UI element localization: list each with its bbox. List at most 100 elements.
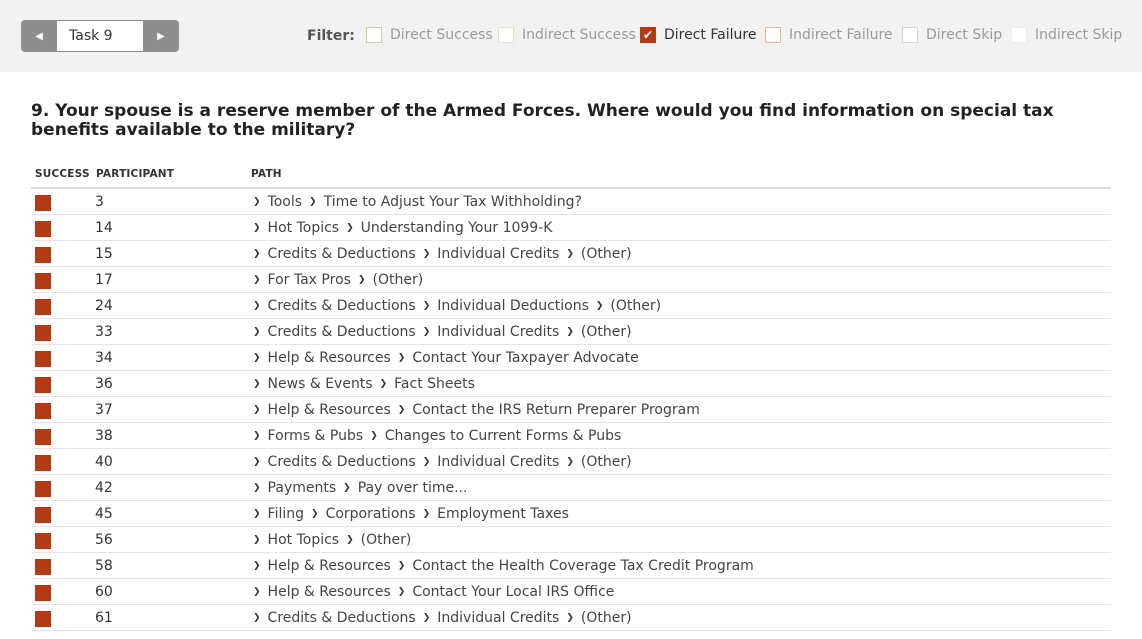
path-breadcrumb: ❯ Tools ❯ Time to Adjust Your Tax Withholdi… [253, 194, 582, 210]
path-segment: Credits & Deductions [267, 454, 416, 470]
chevron-right-icon: ❯ [253, 509, 261, 519]
participant-id: 42 [95, 480, 113, 496]
chevron-right-icon: ❯ [595, 301, 604, 311]
path-breadcrumb: ❯ Filing ❯ Corporations ❯ Employment Taxes [253, 506, 569, 522]
path-segment: Help & Resources [267, 584, 391, 600]
path-segment: Contact the Health Coverage Tax Credit P… [412, 558, 754, 574]
chevron-right-icon: ❯ [343, 483, 351, 493]
filter-direct-skip[interactable]: Direct Skip [902, 27, 1002, 43]
filter-checkbox[interactable] [366, 27, 382, 43]
table-row[interactable]: 58 ❯ Help & Resources ❯ Contact the Health C… [31, 553, 1111, 579]
status-indicator [35, 559, 51, 575]
path-segment: Individual Deductions [437, 298, 589, 314]
filter-direct-success[interactable]: Direct Success [366, 27, 493, 43]
table-row[interactable]: 36 ❯ News & Events ❯ Fact Sheets [31, 371, 1111, 397]
filter-checkbox[interactable] [1011, 27, 1027, 43]
table-row[interactable]: 24 ❯ Credits & Deductions ❯ Individual Deduc… [31, 293, 1111, 319]
filter-option-label: Direct Success [390, 27, 493, 43]
prev-task-button[interactable]: ◀ [21, 20, 57, 52]
chevron-right-icon: ❯ [422, 457, 431, 467]
filter-checkbox[interactable] [765, 27, 781, 43]
path-segment: Filing [267, 506, 305, 522]
status-indicator [35, 247, 51, 263]
path-segment: (Other) [580, 610, 632, 626]
chevron-right-icon: ❯ [253, 431, 261, 441]
column-header-participant[interactable]: PARTICIPANT [96, 168, 174, 180]
table-row[interactable]: 37 ❯ Help & Resources ❯ Contact the IRS Retu… [31, 397, 1111, 423]
participant-id: 33 [95, 324, 113, 340]
filter-checkbox[interactable] [498, 27, 514, 43]
path-breadcrumb: ❯ For Tax Pros ❯ (Other) [253, 272, 423, 288]
table-row[interactable]: 34 ❯ Help & Resources ❯ Contact Your Taxpaye… [31, 345, 1111, 371]
path-segment: (Other) [580, 324, 632, 340]
path-segment: Payments [267, 480, 337, 496]
status-indicator [35, 273, 51, 289]
chevron-right-icon: ❯ [253, 405, 261, 415]
path-breadcrumb: ❯ Credits & Deductions ❯ Individual Credits… [253, 454, 632, 470]
filter-indirect-failure[interactable]: Indirect Failure [765, 27, 893, 43]
path-breadcrumb: ❯ Credits & Deductions ❯ Individual Credits… [253, 324, 632, 340]
chevron-right-icon: ❯ [566, 249, 574, 259]
participant-id: 34 [95, 350, 113, 366]
status-indicator [35, 455, 51, 471]
path-breadcrumb: ❯ News & Events ❯ Fact Sheets [253, 376, 475, 392]
filter-option-label: Direct Skip [926, 27, 1003, 43]
status-indicator [35, 429, 51, 445]
path-segment: Help & Resources [267, 350, 391, 366]
column-header-path[interactable]: PATH [251, 168, 282, 180]
table-row[interactable]: 40 ❯ Credits & Deductions ❯ Individual Credi… [31, 449, 1111, 475]
status-indicator [35, 195, 51, 211]
table-row[interactable]: 3 ❯ Tools ❯ Time to Adjust Your Tax Withhold… [31, 189, 1111, 215]
chevron-right-icon: ❯ [253, 457, 261, 467]
status-indicator [35, 611, 51, 627]
chevron-right-icon: ❯ [566, 327, 574, 337]
chevron-right-icon: ❯ [253, 353, 261, 363]
path-segment: Tools [267, 194, 303, 210]
chevron-right-icon: ❯ [379, 379, 388, 389]
table-row[interactable]: 42 ❯ Payments ❯ Pay over time... [31, 475, 1111, 501]
path-segment: Contact Your Local IRS Office [412, 584, 615, 600]
column-header-success[interactable]: SUCCESS [35, 168, 90, 180]
filter-direct-failure[interactable]: ✔ Direct Failure [640, 27, 756, 43]
participant-id: 38 [95, 428, 113, 444]
status-indicator [35, 403, 51, 419]
participant-id: 58 [95, 558, 113, 574]
table-row[interactable]: 45 ❯ Filing ❯ Corporations ❯ Employment Taxes [31, 501, 1111, 527]
task-navigator: ◀ Task 9 ▶ [21, 20, 179, 52]
table-row[interactable]: 33 ❯ Credits & Deductions ❯ Individual Credi… [31, 319, 1111, 345]
chevron-right-icon: ❯ [397, 353, 406, 363]
participant-id: 3 [95, 194, 104, 210]
table-row[interactable]: 17 ❯ For Tax Pros ❯ (Other) [31, 267, 1111, 293]
path-segment: Credits & Deductions [267, 610, 416, 626]
chevron-right-icon: ❯ [253, 275, 261, 285]
path-segment: Help & Resources [267, 402, 391, 418]
table-row[interactable]: 14 ❯ Hot Topics ❯ Understanding Your 1099-K [31, 215, 1111, 241]
next-task-button[interactable]: ▶ [143, 20, 179, 52]
table-row[interactable]: 60 ❯ Help & Resources ❯ Contact Your Local I… [31, 579, 1111, 605]
path-segment: Forms & Pubs [267, 428, 364, 444]
status-indicator [35, 585, 51, 601]
path-breadcrumb: ❯ Help & Resources ❯ Contact the IRS Return… [253, 402, 700, 418]
table-row[interactable]: 15 ❯ Credits & Deductions ❯ Individual Credi… [31, 241, 1111, 267]
table-row[interactable]: 56 ❯ Hot Topics ❯ (Other) [31, 527, 1111, 553]
chevron-right-icon: ❯ [253, 535, 261, 545]
task-label: Task 9 [57, 21, 143, 51]
filter-indirect-success[interactable]: Indirect Success [498, 27, 636, 43]
chevron-right-icon: ❯ [566, 613, 574, 623]
table-row[interactable]: 38 ❯ Forms & Pubs ❯ Changes to Current Forms… [31, 423, 1111, 449]
chevron-right-icon: ❯ [346, 535, 354, 545]
chevron-right-icon: ❯ [253, 249, 261, 259]
path-segment: Time to Adjust Your Tax Withholding? [323, 194, 582, 210]
path-segment: (Other) [360, 532, 412, 548]
chevron-right-icon: ❯ [422, 509, 431, 519]
table-row[interactable]: 61 ❯ Credits & Deductions ❯ Individual Credi… [31, 605, 1111, 631]
filter-checkbox[interactable]: ✔ [640, 27, 656, 43]
chevron-right-icon: ❯ [397, 405, 406, 415]
chevron-right-icon: ❯ [253, 613, 261, 623]
filter-indirect-skip[interactable]: Indirect Skip [1011, 27, 1122, 43]
chevron-right-icon: ❯ [397, 587, 406, 597]
filter-checkbox[interactable] [902, 27, 918, 43]
participant-id: 45 [95, 506, 113, 522]
path-segment: Contact Your Taxpayer Advocate [412, 350, 639, 366]
participant-id: 17 [95, 272, 113, 288]
